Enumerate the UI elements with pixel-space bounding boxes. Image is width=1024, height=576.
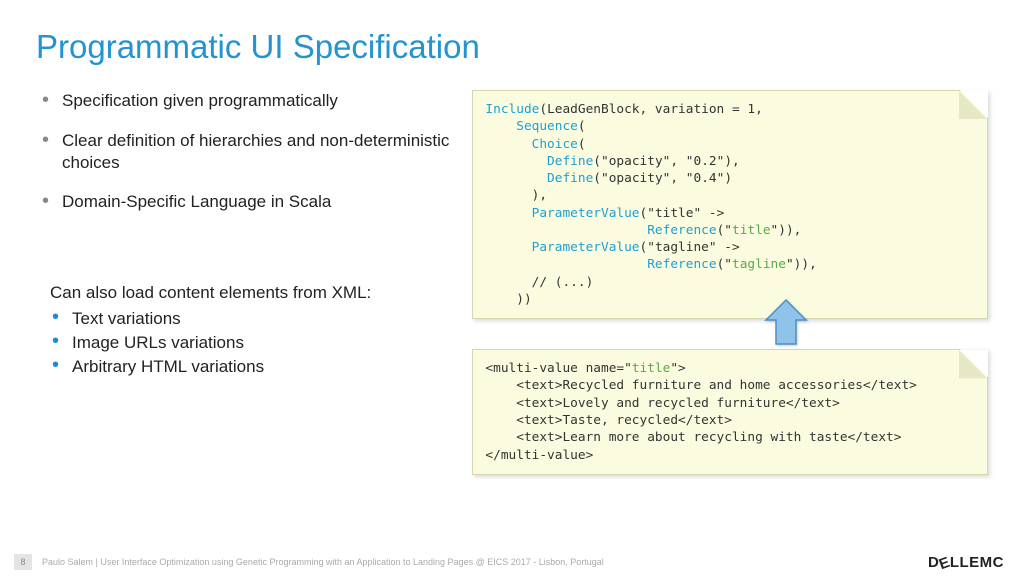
slide: Programmatic UI Specification Specificat… xyxy=(0,0,1024,576)
code-token: )), xyxy=(778,223,801,238)
code-token: "> xyxy=(670,361,685,376)
code-token: -> xyxy=(701,206,724,221)
code-token: ) xyxy=(724,171,732,186)
code-token: ), xyxy=(724,154,739,169)
code-token: " xyxy=(724,223,732,238)
code-token: "tagline" xyxy=(647,240,716,255)
code-token: ParameterValue xyxy=(485,206,639,221)
code-token: )) xyxy=(485,292,531,307)
code-token: Reference xyxy=(485,223,716,238)
code-block-xml: <multi-value name="title"> <text>Recycle… xyxy=(472,349,988,475)
right-column: Include(LeadGenBlock, variation = 1, Seq… xyxy=(472,90,988,475)
dell-emc-logo: DELLEMC xyxy=(928,554,1004,571)
code-token: ( xyxy=(593,171,601,186)
code-token: "0.2" xyxy=(686,154,725,169)
bullet-item: Specification given programmatically xyxy=(40,90,452,112)
code-token: </multi-value> xyxy=(485,448,593,463)
sub-bullets: Text variations Image URLs variations Ar… xyxy=(36,307,452,378)
code-token: Define xyxy=(485,154,593,169)
code-token: ), xyxy=(485,188,547,203)
code-token: // (...) xyxy=(485,275,593,290)
code-token: <text>Taste, recycled</text> xyxy=(485,413,732,428)
footer: 8 Paulo Salem | User Interface Optimizat… xyxy=(0,548,1024,576)
slide-title: Programmatic UI Specification xyxy=(36,28,988,66)
code-token: <multi-value name=" xyxy=(485,361,631,376)
code-token: "0.4" xyxy=(686,171,725,186)
code-token: <text>Recycled furniture and home access… xyxy=(485,378,916,393)
code-token: -> xyxy=(717,240,740,255)
code-token: ( xyxy=(593,154,601,169)
code-token: Choice xyxy=(485,137,577,152)
code-token: <text>Learn more about recycling with ta… xyxy=(485,430,901,445)
sub-bullet-item: Text variations xyxy=(50,307,452,331)
code-token: <text>Lovely and recycled furniture</tex… xyxy=(485,396,839,411)
sub-intro: Can also load content elements from XML: xyxy=(36,283,452,303)
code-token: " xyxy=(786,257,794,272)
logo-part: LLEMC xyxy=(950,554,1004,571)
code-token: title xyxy=(732,223,771,238)
main-bullets: Specification given programmatically Cle… xyxy=(36,90,452,213)
code-token: title xyxy=(632,361,671,376)
code-block-scala: Include(LeadGenBlock, variation = 1, Seq… xyxy=(472,90,988,319)
code-token: , xyxy=(670,154,685,169)
footer-text: Paulo Salem | User Interface Optimizatio… xyxy=(42,557,604,567)
bullet-item: Clear definition of hierarchies and non-… xyxy=(40,130,452,174)
code-token: "title" xyxy=(647,206,701,221)
bullet-item: Domain-Specific Language in Scala xyxy=(40,191,452,213)
left-column: Specification given programmatically Cle… xyxy=(36,90,452,475)
code-token: ParameterValue xyxy=(485,240,639,255)
code-token: Sequence xyxy=(485,119,577,134)
code-token: Define xyxy=(485,171,593,186)
code-token: ( xyxy=(578,137,586,152)
sub-bullet-item: Arbitrary HTML variations xyxy=(50,355,452,379)
code-token: "opacity" xyxy=(601,154,670,169)
arrow-up-icon xyxy=(762,298,822,356)
code-token: ( xyxy=(578,119,586,134)
code-token: tagline xyxy=(732,257,786,272)
code-token: "opacity" xyxy=(601,171,670,186)
content-columns: Specification given programmatically Cle… xyxy=(36,90,988,475)
code-token: (LeadGenBlock, variation = 1, xyxy=(539,102,762,117)
code-token: , xyxy=(670,171,685,186)
code-token: Reference xyxy=(485,257,716,272)
code-token: Include xyxy=(485,102,539,117)
code-token: )), xyxy=(794,257,817,272)
code-token: " xyxy=(724,257,732,272)
page-number: 8 xyxy=(14,554,32,570)
sub-bullet-item: Image URLs variations xyxy=(50,331,452,355)
